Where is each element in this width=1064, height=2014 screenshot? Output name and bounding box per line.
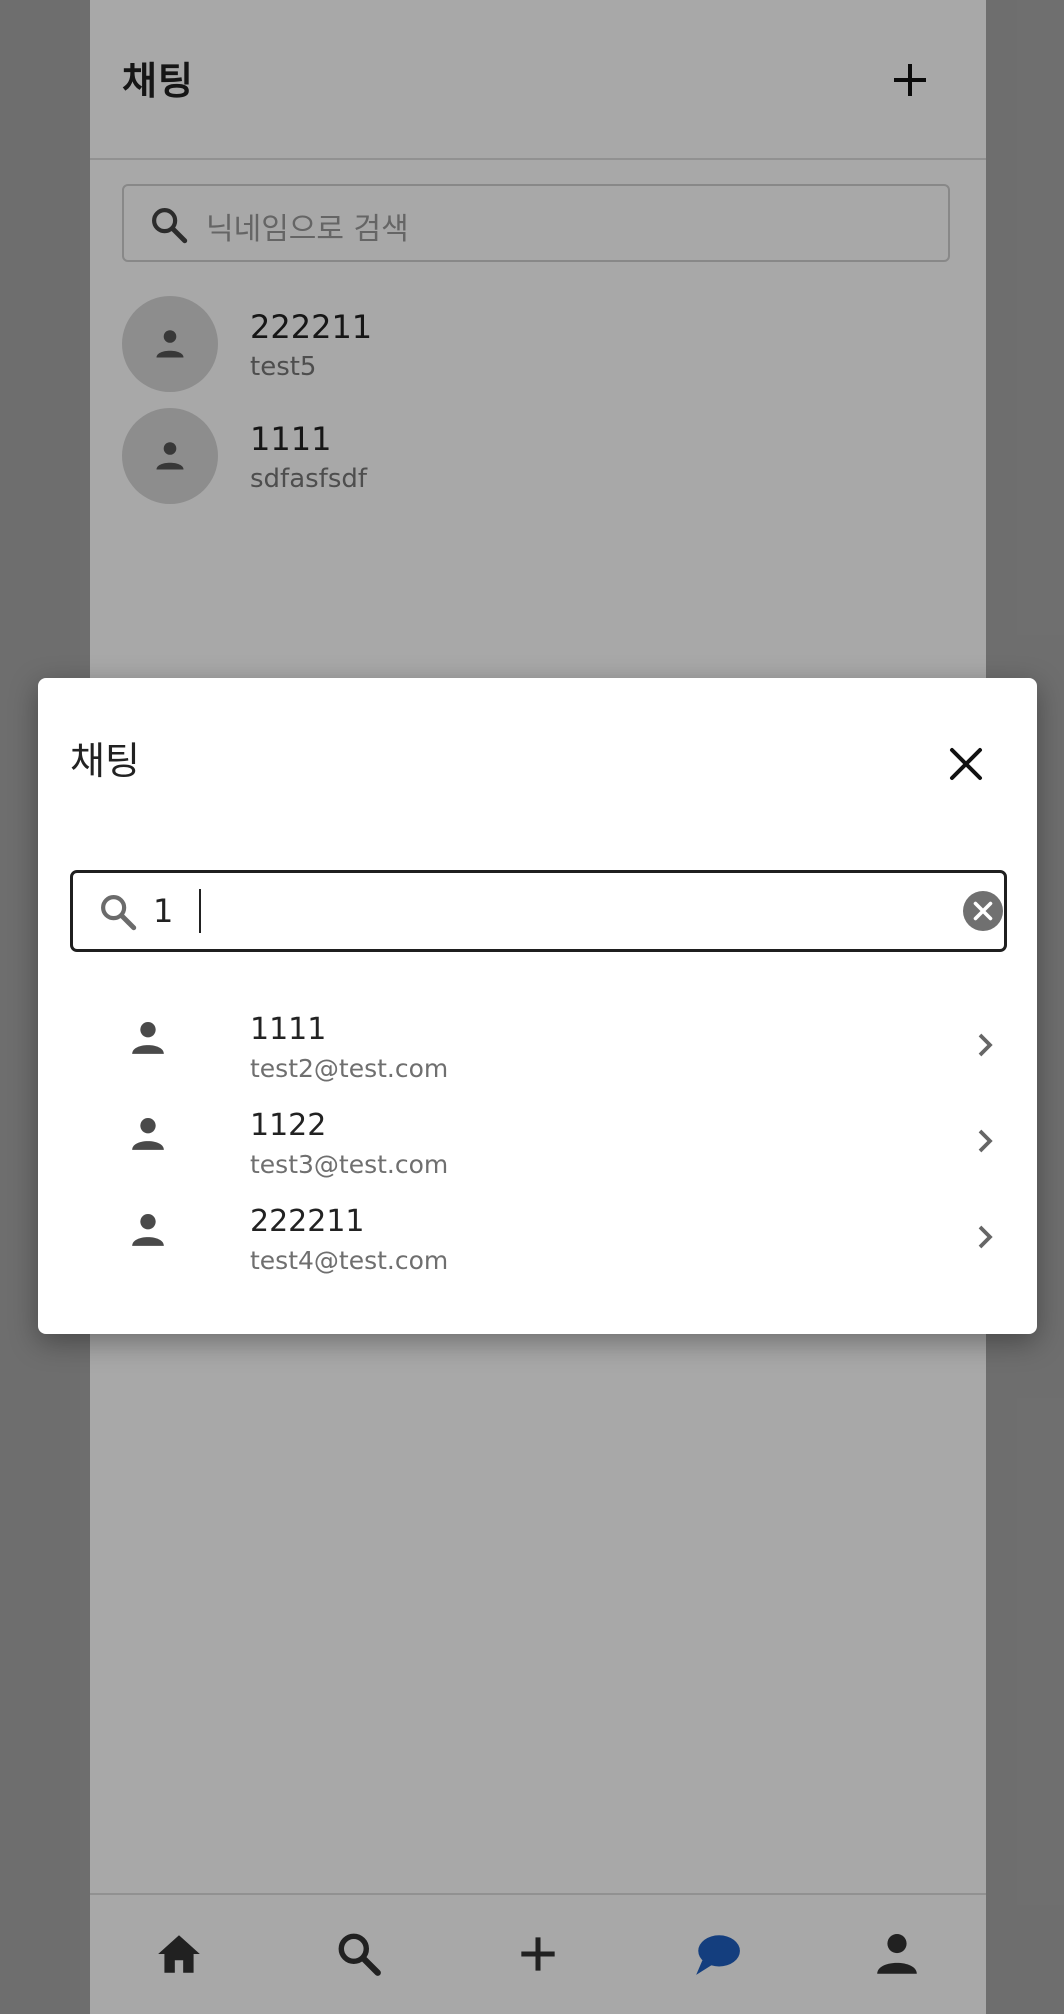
new-chat-dialog: 채팅 1111 test2@test.com 1122 test (38, 678, 1037, 1334)
user-name: 1122 (250, 1108, 327, 1143)
person-icon (132, 1214, 164, 1246)
user-name: 1111 (250, 1012, 327, 1047)
user-result-item[interactable]: 1111 test2@test.com (70, 1000, 1007, 1092)
person-icon (132, 1118, 164, 1150)
user-search-field[interactable] (70, 870, 1007, 952)
user-email: test4@test.com (250, 1246, 449, 1275)
text-cursor (199, 889, 201, 933)
user-result-item[interactable]: 222211 test4@test.com (70, 1192, 1007, 1284)
chevron-right-icon (978, 1225, 993, 1249)
chevron-right-icon (978, 1033, 993, 1057)
clear-icon[interactable] (962, 890, 1004, 932)
close-icon[interactable] (938, 736, 994, 792)
search-icon (101, 895, 137, 931)
user-email: test2@test.com (250, 1054, 449, 1083)
chevron-right-icon (978, 1129, 993, 1153)
user-email: test3@test.com (250, 1150, 449, 1179)
search-input[interactable] (153, 887, 913, 935)
user-name: 222211 (250, 1204, 365, 1239)
dialog-title: 채팅 (70, 739, 140, 783)
person-icon (132, 1022, 164, 1054)
user-result-item[interactable]: 1122 test3@test.com (70, 1096, 1007, 1188)
